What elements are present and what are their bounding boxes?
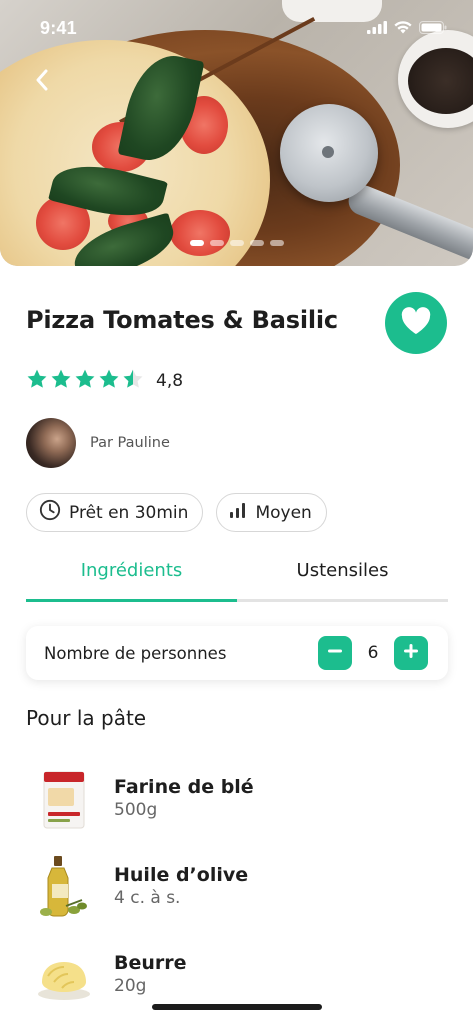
list-item: Beurre 20g (36, 938, 436, 1010)
star-icon (74, 368, 96, 394)
signal-icon (367, 19, 387, 38)
author[interactable]: Par Pauline (26, 418, 170, 468)
servings-label: Nombre de personnes (44, 643, 227, 663)
author-name: Par Pauline (90, 435, 170, 451)
increase-servings-button[interactable] (394, 636, 428, 670)
time-chip: Prêt en 30min (26, 493, 204, 532)
tab-utensils[interactable]: Ustensiles (237, 556, 448, 599)
chevron-left-icon (35, 69, 49, 95)
minus-icon (327, 643, 343, 663)
section-title: Pour la pâte (26, 706, 147, 730)
recipe-tabs: Ingrédients Ustensiles (26, 556, 448, 602)
recipe-hero-image: 9:41 (0, 0, 473, 266)
recipe-info-chips: Prêt en 30min Moyen (26, 493, 327, 532)
difficulty-label: Moyen (255, 502, 312, 523)
carousel-dot[interactable] (209, 240, 224, 246)
rating-value: 4,8 (156, 371, 184, 391)
battery-icon (419, 19, 447, 38)
ingredient-name: Farine de blé (114, 776, 254, 798)
tab-ingredients[interactable]: Ingrédients (26, 556, 237, 602)
carousel-dot[interactable] (229, 240, 244, 246)
home-indicator (152, 1004, 322, 1010)
carousel-dot[interactable] (249, 240, 264, 246)
status-time: 9:41 (40, 17, 77, 38)
star-icon (98, 368, 120, 394)
olive-oil-icon (36, 854, 92, 918)
ingredient-quantity: 500g (114, 800, 158, 820)
back-button[interactable] (28, 68, 56, 96)
servings-value: 6 (367, 643, 379, 663)
bar-chart-icon (229, 501, 247, 524)
ingredient-quantity: 20g (114, 976, 147, 996)
ingredient-quantity: 4 c. à s. (114, 888, 181, 908)
ingredient-name: Beurre (114, 952, 187, 974)
carousel-dots (0, 240, 473, 246)
rating: 4,8 (26, 368, 183, 394)
avatar (26, 418, 76, 468)
plus-icon (403, 643, 419, 663)
list-item: Farine de blé 500g (36, 762, 436, 834)
carousel-dot[interactable] (269, 240, 284, 246)
carousel-dot[interactable] (189, 240, 204, 246)
flour-pack-icon (36, 766, 92, 830)
clock-icon (39, 499, 61, 526)
difficulty-chip: Moyen (216, 493, 327, 532)
servings-card: Nombre de personnes 6 (26, 626, 448, 680)
status-bar: 9:41 (0, 0, 473, 56)
recipe-title: Pizza Tomates & Basilic (26, 306, 338, 334)
star-icon (26, 368, 48, 394)
heart-icon (400, 307, 432, 339)
ingredient-name: Huile d’olive (114, 864, 249, 886)
star-half-icon (122, 368, 144, 394)
star-icon (50, 368, 72, 394)
wifi-icon (394, 19, 412, 38)
decrease-servings-button[interactable] (318, 636, 352, 670)
favorite-button[interactable] (385, 292, 447, 354)
servings-stepper: 6 (318, 636, 428, 670)
butter-icon (36, 942, 92, 1006)
list-item: Huile d’olive 4 c. à s. (36, 850, 436, 922)
time-label: Prêt en 30min (69, 502, 189, 523)
